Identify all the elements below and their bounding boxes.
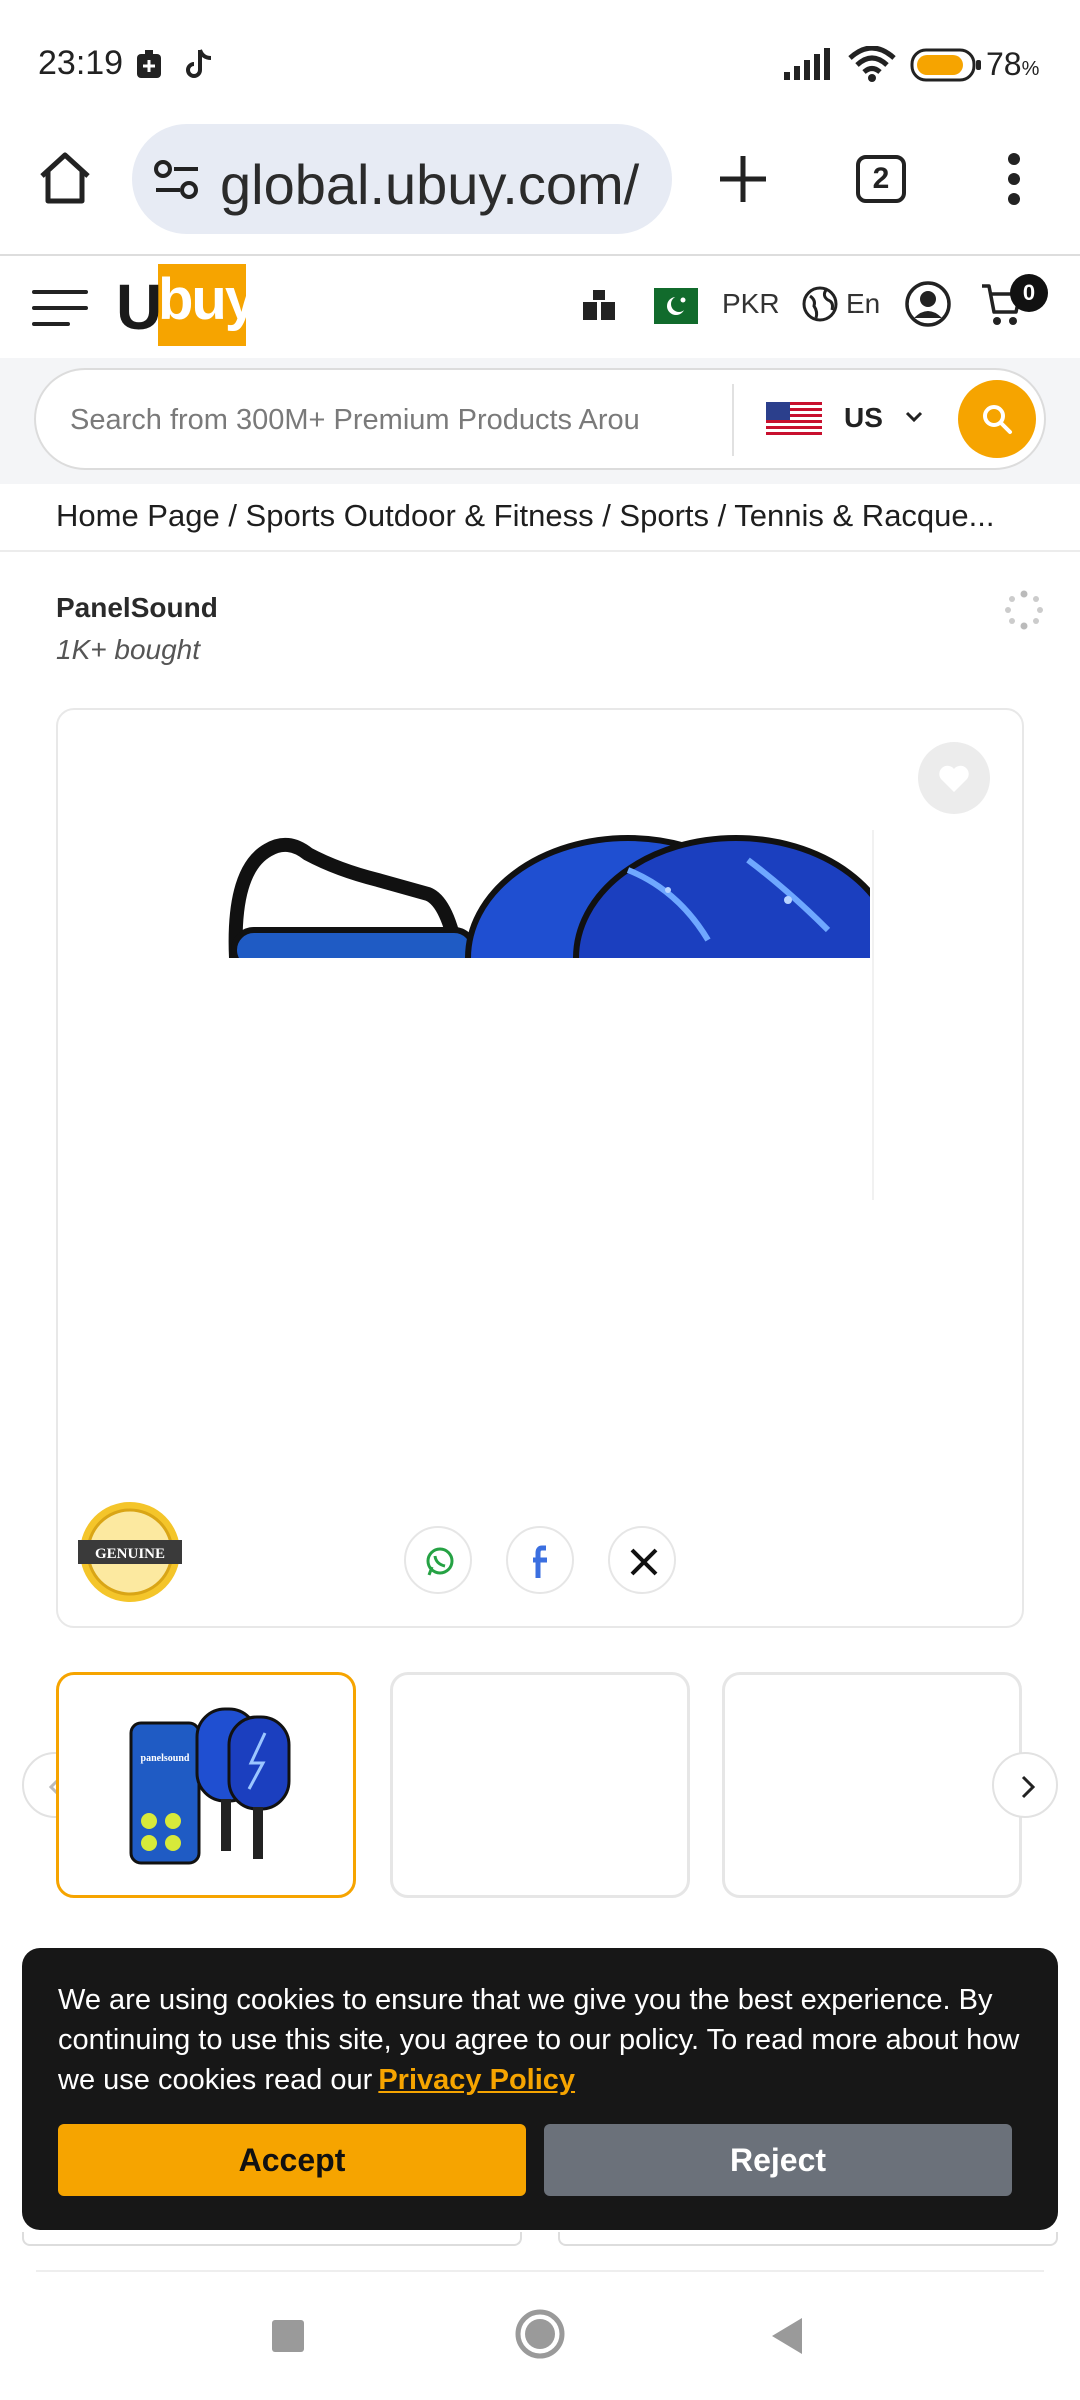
genuine-badge-icon: GENUINE: [78, 1502, 182, 1602]
battery-icon: [910, 48, 981, 82]
heart-icon: [939, 765, 969, 792]
reject-cookies-button[interactable]: Reject: [544, 2124, 1012, 2196]
share-whatsapp-button[interactable]: [404, 1526, 472, 1594]
breadcrumb[interactable]: Home Page / Sports Outdoor & Fitness / S…: [56, 498, 1056, 534]
battery-percent: 78: [986, 46, 1022, 82]
account-icon[interactable]: [904, 280, 952, 328]
search-icon: [983, 405, 1012, 434]
chevron-down-icon[interactable]: [904, 410, 924, 424]
battery-saver-icon: [137, 50, 161, 78]
cart-count-badge: 0: [1010, 274, 1048, 312]
globe-icon[interactable]: [802, 286, 838, 322]
thumbnail-2[interactable]: [390, 1672, 690, 1898]
battery-level: 78%: [986, 46, 1039, 83]
divider: [36, 2270, 1044, 2272]
facebook-icon: [533, 1545, 547, 1578]
divider: [0, 550, 1080, 552]
privacy-policy-link[interactable]: Privacy Policy: [378, 2064, 575, 2096]
search-bar: US: [34, 368, 1046, 470]
hamburger-menu-icon[interactable]: [32, 288, 88, 328]
new-tab-icon[interactable]: [716, 152, 770, 206]
url-text: global.ubuy.com/: [220, 153, 640, 216]
pakistan-flag-icon[interactable]: [640, 288, 698, 324]
site-settings-icon[interactable]: [154, 160, 200, 200]
thumbnail-1[interactable]: panelsound: [56, 1672, 356, 1898]
home-button-icon[interactable]: [514, 2308, 566, 2360]
wifi-icon: [848, 46, 896, 82]
search-button[interactable]: [958, 380, 1036, 458]
recents-icon[interactable]: [270, 2318, 306, 2354]
x-twitter-icon: [630, 1548, 658, 1576]
wishlist-button[interactable]: [918, 742, 990, 814]
product-image[interactable]: [228, 830, 870, 958]
signal-icon: [784, 48, 830, 80]
chevron-right-icon: [1021, 1775, 1036, 1799]
address-bar[interactable]: global.ubuy.com/: [132, 124, 672, 234]
brand-name[interactable]: PanelSound: [56, 592, 218, 624]
whatsapp-icon: [426, 1547, 454, 1576]
currency-selector[interactable]: PKR: [722, 288, 780, 320]
share-facebook-button[interactable]: [506, 1526, 574, 1594]
country-selector[interactable]: US: [844, 402, 883, 434]
thumbnail-3[interactable]: [722, 1672, 1022, 1898]
logo-letter[interactable]: U: [116, 270, 162, 344]
tiktok-icon: [186, 49, 212, 78]
cookie-banner: We are using cookies to ensure that we g…: [22, 1948, 1058, 2230]
cookie-message: We are using cookies to ensure that we g…: [58, 1980, 1028, 2100]
back-icon[interactable]: [768, 2316, 804, 2356]
thumbnail-brand-text: panelsound: [141, 1753, 190, 1764]
genuine-badge-text: GENUINE: [95, 1546, 165, 1562]
thumbnail-next-button[interactable]: [992, 1752, 1058, 1818]
tab-switcher-button[interactable]: 2: [856, 155, 906, 203]
more-menu-icon[interactable]: [1000, 152, 1028, 206]
share-x-button[interactable]: [608, 1526, 676, 1594]
battery-unit: %: [1021, 58, 1040, 80]
us-flag-icon[interactable]: [766, 402, 822, 438]
language-selector[interactable]: En: [846, 288, 880, 320]
logo-text[interactable]: buy: [158, 266, 257, 333]
shipment-boxes-icon[interactable]: [580, 288, 618, 322]
bought-count: 1K+ bought: [56, 634, 201, 665]
search-divider: [732, 384, 734, 456]
hidden-button-edge: [558, 2232, 1058, 2246]
accept-cookies-button[interactable]: Accept: [58, 2124, 526, 2196]
loading-spinner-icon: [1005, 590, 1043, 630]
hidden-button-edge: [22, 2232, 522, 2246]
thumbnail-image: panelsound: [129, 1707, 291, 1865]
status-time: 23:19: [38, 44, 124, 82]
image-edge: [872, 830, 874, 1200]
home-icon[interactable]: [36, 150, 94, 206]
search-input[interactable]: [70, 396, 740, 444]
